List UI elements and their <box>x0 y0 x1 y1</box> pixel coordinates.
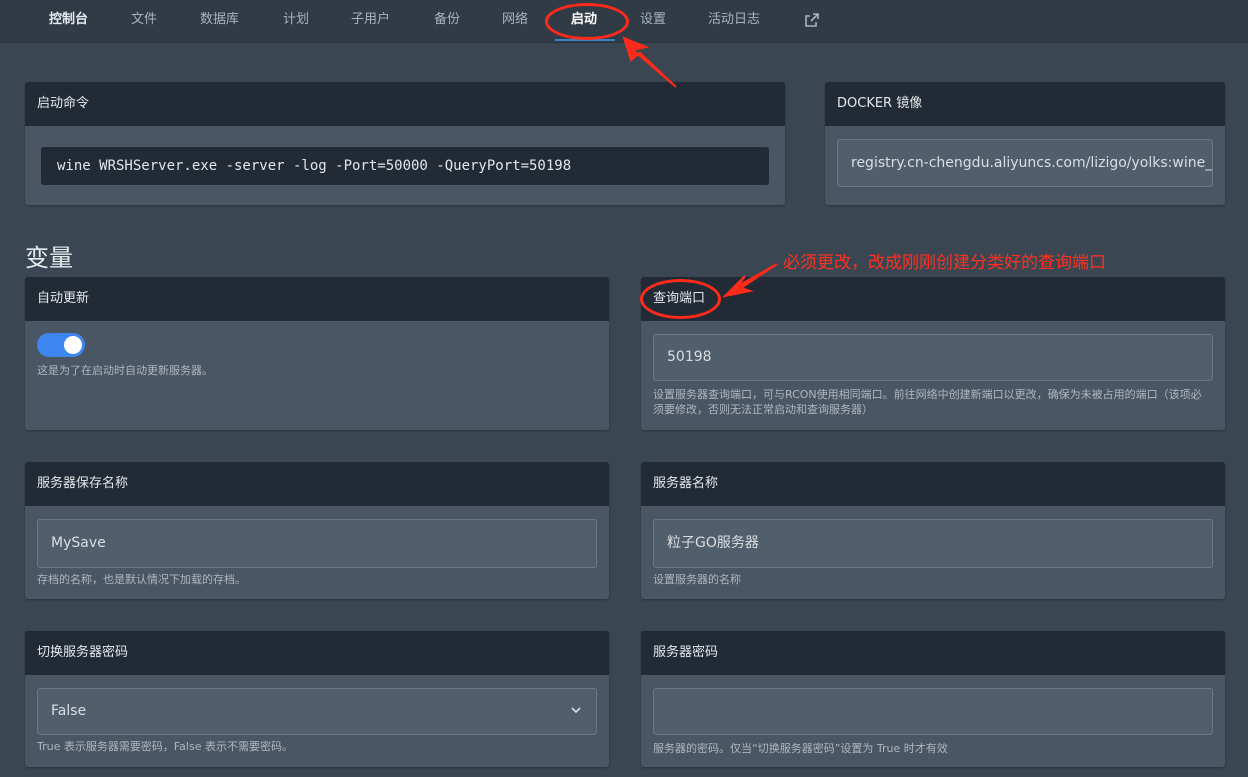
chevron-down-icon <box>571 707 581 714</box>
save-name-description: 存档的名称，也是默认情况下加载的存档。 <box>37 573 246 586</box>
server-name-input[interactable]: 粒子GO服务器 <box>653 519 1213 568</box>
nav-tab-databases[interactable]: 数据库 <box>200 0 239 42</box>
docker-image-panel: DOCKER 镜像 registry.cn-chengdu.aliyuncs.c… <box>825 82 1225 205</box>
startup-command-box: wine WRSHServer.exe -server -log -Port=5… <box>41 147 769 185</box>
annotation-circle-startup-tab <box>545 3 629 40</box>
toggle-password-title: 切换服务器密码 <box>25 631 609 675</box>
server-name-title: 服务器名称 <box>641 462 1225 506</box>
query-port-input[interactable]: 50198 <box>653 334 1213 381</box>
toggle-password-select[interactable]: False <box>37 688 597 735</box>
nav-tab-console[interactable]: 控制台 <box>49 0 88 42</box>
auto-update-toggle[interactable] <box>37 333 85 357</box>
nav-tab-subusers[interactable]: 子用户 <box>351 0 390 42</box>
query-port-title: 查询端口 <box>641 277 1225 321</box>
server-password-title: 服务器密码 <box>641 631 1225 675</box>
server-password-description: 服务器的密码。仅当“切换服务器密码”设置为 True 时才有效 <box>653 742 948 755</box>
annotation-circle-query-port <box>640 279 721 319</box>
nav-tab-backups[interactable]: 备份 <box>434 0 460 42</box>
server-name-panel: 服务器名称 粒子GO服务器 设置服务器的名称 <box>641 462 1225 599</box>
auto-update-description: 这是为了在启动时自动更新服务器。 <box>37 364 213 377</box>
docker-image-title: DOCKER 镜像 <box>825 82 1225 126</box>
query-port-description: 设置服务器查询端口，可与RCON使用相同端口。前往网络中创建新端口以更改，确保为… <box>653 388 1202 416</box>
save-name-panel: 服务器保存名称 MySave 存档的名称，也是默认情况下加载的存档。 <box>25 462 609 599</box>
query-port-panel: 查询端口 50198 设置服务器查询端口，可与RCON使用相同端口。前往网络中创… <box>641 277 1225 430</box>
server-password-input[interactable] <box>653 688 1213 735</box>
nav-tab-activity[interactable]: 活动日志 <box>708 0 760 42</box>
external-link-icon[interactable] <box>804 12 820 28</box>
toggle-password-value: False <box>51 703 87 719</box>
server-name-description: 设置服务器的名称 <box>653 573 741 586</box>
save-name-input[interactable]: MySave <box>37 519 597 568</box>
startup-command-title: 启动命令 <box>25 82 785 126</box>
toggle-password-panel: 切换服务器密码 False True 表示服务器需要密码，False 表示不需要… <box>25 631 609 767</box>
auto-update-title: 自动更新 <box>25 277 609 321</box>
save-name-title: 服务器保存名称 <box>25 462 609 506</box>
toggle-password-description: True 表示服务器需要密码，False 表示不需要密码。 <box>37 740 293 753</box>
server-password-panel: 服务器密码 服务器的密码。仅当“切换服务器密码”设置为 True 时才有效 <box>641 631 1225 767</box>
auto-update-panel: 自动更新 这是为了在启动时自动更新服务器。 <box>25 277 609 430</box>
annotation-note: 必须更改，改成刚刚创建分类好的查询端口 <box>783 253 1106 273</box>
startup-command-panel: 启动命令 wine WRSHServer.exe -server -log -P… <box>25 82 785 205</box>
nav-tab-schedules[interactable]: 计划 <box>283 0 309 42</box>
toggle-knob <box>64 336 82 354</box>
nav-tab-network[interactable]: 网络 <box>502 0 528 42</box>
arrow-to-startup-tab <box>622 36 677 88</box>
variables-heading: 变量 <box>25 244 73 272</box>
docker-image-select[interactable]: registry.cn-chengdu.aliyuncs.com/lizigo/… <box>837 139 1213 187</box>
nav-tab-settings[interactable]: 设置 <box>640 0 666 42</box>
nav-tab-files[interactable]: 文件 <box>131 0 157 42</box>
